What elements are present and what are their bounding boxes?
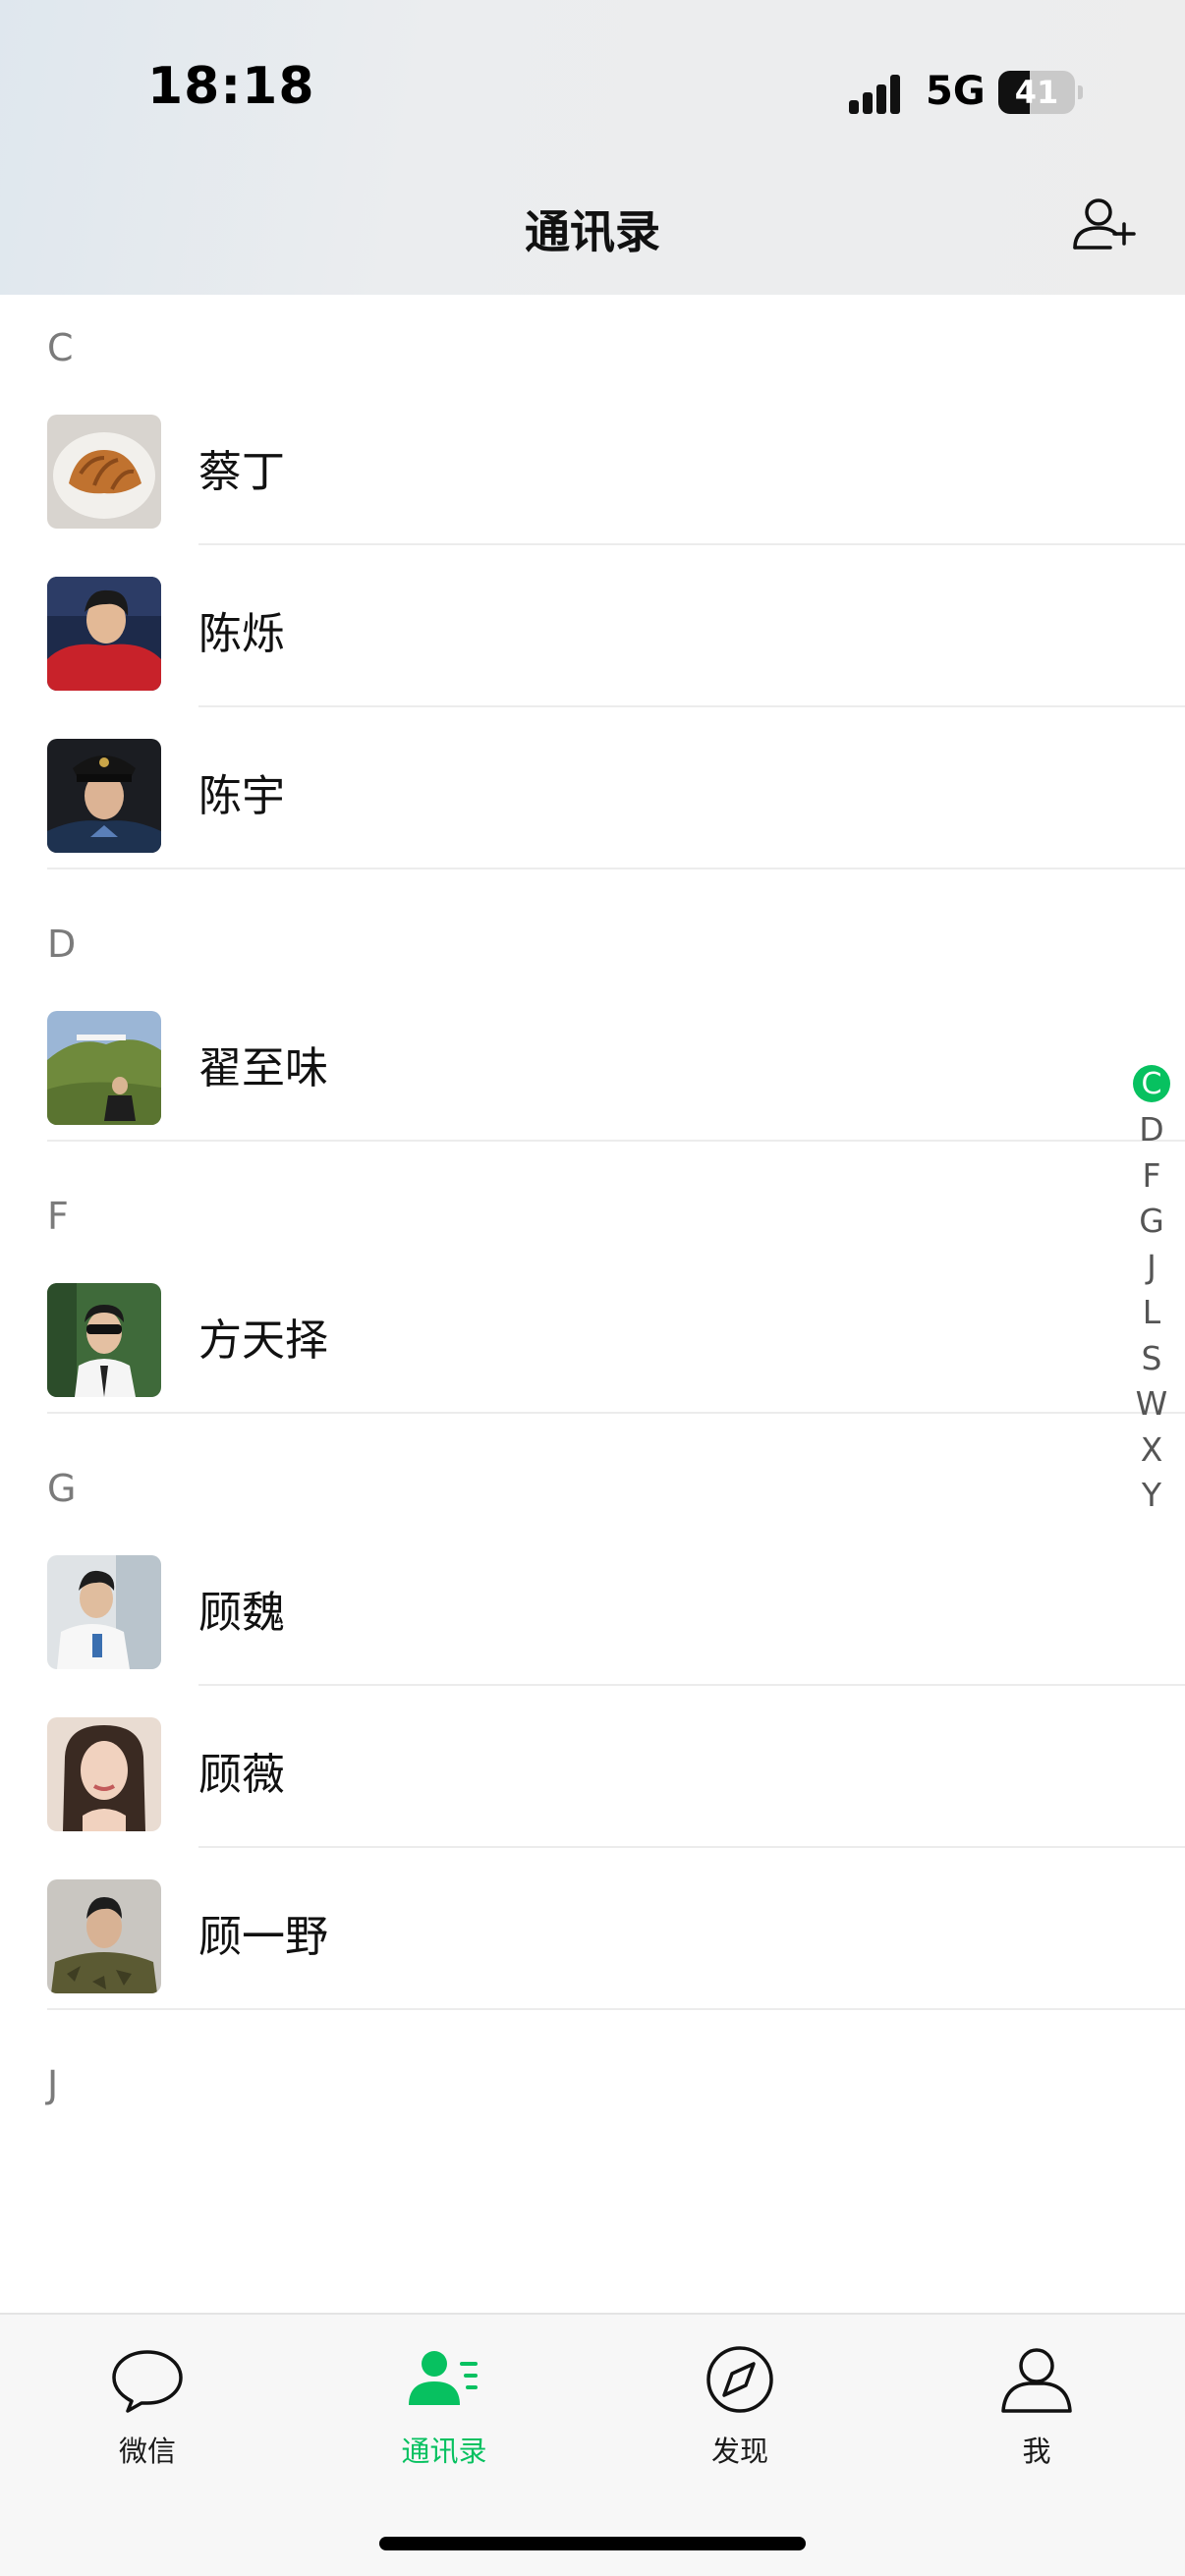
contact-name: 陈烁	[198, 609, 285, 659]
contact-item[interactable]: 方天择	[0, 1252, 1185, 1414]
tab-me[interactable]: 我	[938, 2342, 1135, 2470]
compass-icon	[706, 2346, 773, 2413]
tab-label: 发现	[710, 2435, 768, 2468]
index-letter-label: J	[1147, 1247, 1157, 1286]
contact-item[interactable]: 陈宇	[0, 707, 1185, 869]
page-title: 通讯录	[525, 205, 660, 258]
index-letter-f[interactable]: F	[1128, 1152, 1175, 1199]
avatar	[47, 739, 161, 853]
index-letter-c[interactable]: C	[1128, 1061, 1175, 1107]
section-header-f: F	[47, 1195, 69, 1238]
divider	[47, 1412, 1185, 1414]
add-contact-icon[interactable]	[1071, 195, 1140, 257]
home-indicator	[379, 2537, 806, 2550]
contact-item[interactable]: 顾一野	[0, 1848, 1185, 2010]
avatar	[47, 577, 161, 691]
contact-list[interactable]: C 蔡丁 陈烁 陈宇 D 翟至味 F 方天择 G 顾魏 顾薇 顾一野 J	[0, 295, 1185, 2313]
index-letter-label: C	[1133, 1065, 1170, 1103]
tab-label: 微信	[118, 2435, 176, 2468]
contact-name: 蔡丁	[198, 447, 285, 497]
tab-contacts[interactable]: 通讯录	[346, 2342, 542, 2470]
index-letter-label: S	[1141, 1338, 1162, 1377]
index-letter-w[interactable]: W	[1128, 1381, 1175, 1428]
contact-name: 方天择	[198, 1316, 328, 1366]
tab-label: 我	[1022, 2435, 1051, 2468]
section-header-g: G	[47, 1467, 77, 1510]
tab-discover[interactable]: 发现	[642, 2342, 838, 2470]
alphabet-index-bar[interactable]: CDFGJLSWXY	[1128, 1061, 1175, 1518]
contact-item[interactable]: 陈烁	[0, 545, 1185, 707]
index-letter-label: L	[1142, 1293, 1161, 1332]
index-letter-label: F	[1142, 1155, 1161, 1195]
index-letter-label: Y	[1141, 1476, 1162, 1515]
top-bar: 18:18 5G 41 通讯录	[0, 0, 1185, 295]
avatar	[47, 415, 161, 529]
index-letter-label: W	[1135, 1384, 1168, 1424]
status-time: 18:18	[147, 57, 315, 116]
contact-name: 顾魏	[198, 1588, 285, 1638]
index-letter-label: D	[1139, 1110, 1164, 1149]
section-header-c: C	[47, 326, 74, 369]
index-letter-label: G	[1139, 1202, 1164, 1241]
contact-name: 顾一野	[198, 1912, 328, 1962]
index-letter-label: X	[1140, 1429, 1163, 1469]
contact-item[interactable]: 顾魏	[0, 1524, 1185, 1686]
battery-icon: 41	[998, 71, 1075, 114]
index-letter-s[interactable]: S	[1128, 1335, 1175, 1381]
status-bar: 18:18 5G 41	[0, 0, 1185, 187]
signal-icon	[849, 73, 908, 114]
contact-name: 陈宇	[198, 771, 285, 821]
avatar	[47, 1717, 161, 1831]
battery-level: 41	[1014, 74, 1059, 111]
avatar	[47, 1011, 161, 1125]
tab-label: 通讯录	[401, 2435, 487, 2468]
contact-item[interactable]: 蔡丁	[0, 383, 1185, 545]
tab-chats[interactable]: 微信	[49, 2342, 246, 2470]
contact-item[interactable]: 翟至味	[0, 980, 1185, 1142]
avatar	[47, 1879, 161, 1993]
divider	[47, 868, 1185, 869]
section-header-j: J	[47, 2063, 59, 2106]
index-letter-j[interactable]: J	[1128, 1244, 1175, 1290]
avatar	[47, 1555, 161, 1669]
battery-tip	[1078, 85, 1083, 99]
network-type: 5G	[926, 69, 986, 114]
contact-name: 顾薇	[198, 1750, 285, 1800]
index-letter-x[interactable]: X	[1128, 1427, 1175, 1473]
contact-item[interactable]: 顾薇	[0, 1686, 1185, 1848]
divider	[47, 2008, 1185, 2010]
index-letter-y[interactable]: Y	[1128, 1473, 1175, 1519]
index-letter-d[interactable]: D	[1128, 1107, 1175, 1153]
index-letter-l[interactable]: L	[1128, 1290, 1175, 1336]
divider	[47, 1140, 1185, 1142]
section-header-d: D	[47, 923, 77, 966]
avatar	[47, 1283, 161, 1397]
contacts-icon	[409, 2351, 478, 2405]
chat-bubble-icon	[112, 2350, 183, 2413]
contact-name: 翟至味	[198, 1043, 328, 1093]
index-letter-g[interactable]: G	[1128, 1199, 1175, 1245]
person-icon	[1001, 2348, 1072, 2413]
